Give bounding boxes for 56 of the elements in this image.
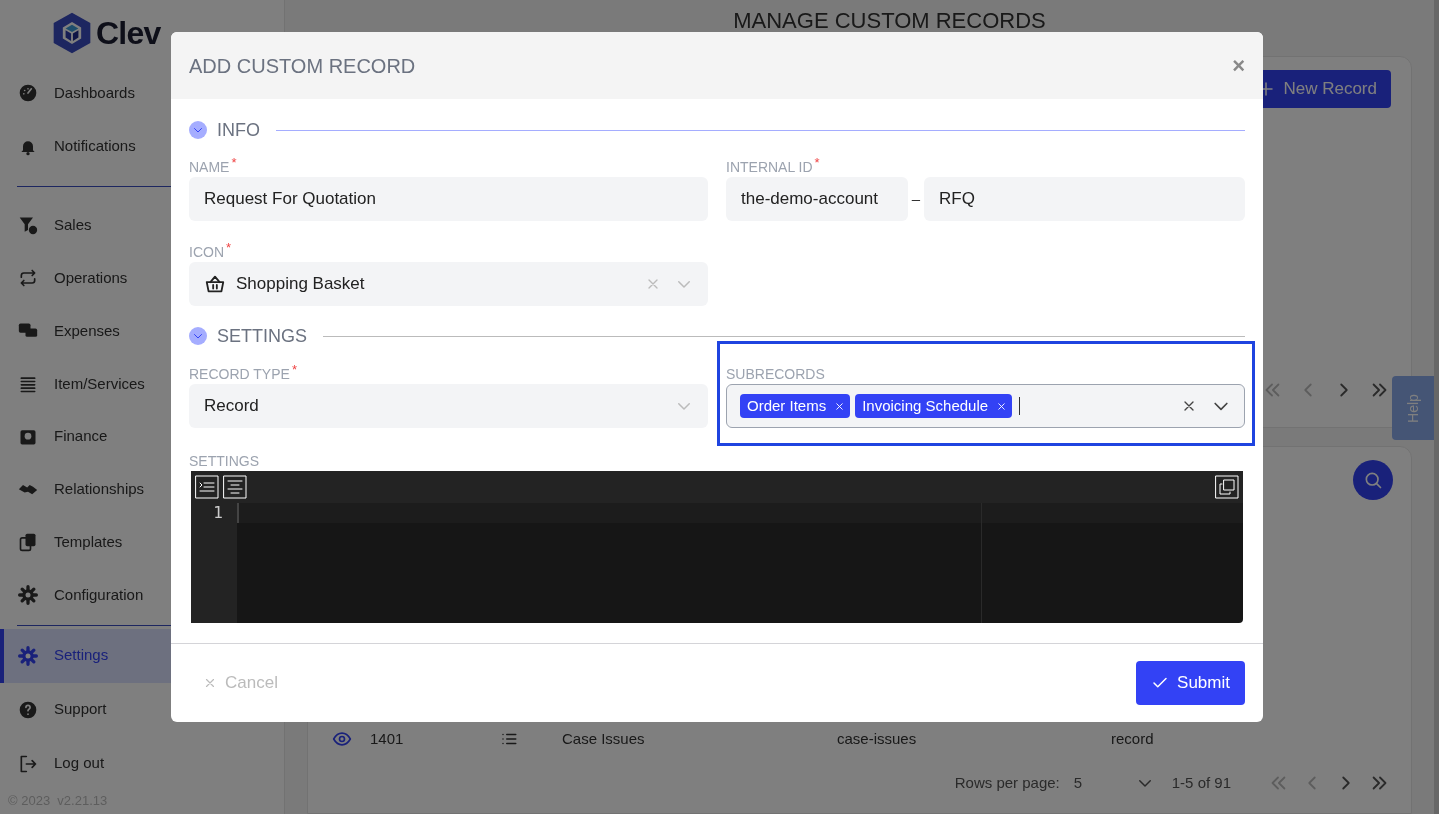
indent-icon[interactable]	[195, 475, 219, 499]
required-mark: *	[231, 154, 237, 172]
page-range: 1-5 of 91	[1171, 773, 1231, 793]
search-icon	[1363, 470, 1383, 490]
submit-button[interactable]: Submit	[1136, 661, 1245, 705]
code-editor[interactable]: 1	[191, 471, 1243, 623]
required-mark: *	[814, 154, 820, 172]
multi-select-field[interactable]: Order Items Invoicing Schedule	[726, 384, 1245, 428]
rows-per-page-label: Rows per page:	[954, 773, 1060, 793]
section-title: SETTINGS	[217, 324, 307, 348]
close-button[interactable]: ×	[1232, 54, 1245, 77]
field-label: SETTINGS	[189, 452, 259, 471]
field-label: NAME	[189, 158, 230, 177]
select-field[interactable]: Record	[189, 384, 708, 428]
table-cell-text: record	[1111, 728, 1154, 749]
copy-icon	[18, 532, 38, 553]
chip-label: Invoicing Schedule	[862, 395, 989, 416]
field-label: INTERNAL ID	[726, 158, 813, 177]
align-center-icon[interactable]	[223, 475, 247, 499]
basket-icon	[204, 273, 226, 295]
dialog-title: ADD CUSTOM RECORD	[189, 53, 416, 79]
field-label: ICON	[189, 243, 224, 262]
chip-label: Order Items	[747, 395, 827, 416]
line-number: 1	[213, 503, 223, 523]
table-cell-text: case-issues	[837, 728, 918, 749]
search-button[interactable]	[1353, 460, 1393, 500]
collapse-toggle[interactable]	[189, 327, 207, 345]
help-icon	[18, 699, 38, 720]
separator-text: –	[910, 188, 922, 209]
arrows-icon	[18, 268, 38, 288]
sidebar-item[interactable]: Log out	[0, 736, 284, 791]
text-cursor	[1019, 397, 1021, 415]
gear-icon	[18, 585, 38, 606]
table-cell-text: Case Issues	[562, 728, 646, 749]
field-label: RECORD TYPE	[189, 365, 290, 384]
collapse-toggle[interactable]	[189, 121, 207, 139]
logout-icon	[18, 753, 38, 774]
funnel-icon	[18, 215, 38, 236]
eye-icon[interactable]	[332, 729, 352, 749]
remove-icon[interactable]	[996, 400, 1008, 412]
copy-icon[interactable]	[1215, 475, 1239, 499]
page-title: MANAGE CUSTOM RECORDS	[732, 7, 1047, 35]
close-icon	[203, 676, 217, 690]
section-title: INFO	[217, 118, 260, 142]
input-field[interactable]: RFQ	[924, 177, 1245, 221]
table-cell-text: 1401	[370, 728, 405, 749]
input-field[interactable]: Request For Quotation	[189, 177, 708, 221]
required-mark: *	[291, 361, 297, 379]
field-label: SUBRECORDS	[726, 365, 825, 384]
gear-icon	[18, 645, 38, 666]
required-mark: *	[226, 239, 232, 257]
rows-per-page-select[interactable]: 5	[1073, 772, 1154, 795]
dashboard-icon	[18, 82, 38, 103]
remove-icon[interactable]	[834, 400, 846, 412]
input-field[interactable]: the-demo-account	[726, 177, 908, 221]
logo-text: Clev	[96, 16, 161, 49]
